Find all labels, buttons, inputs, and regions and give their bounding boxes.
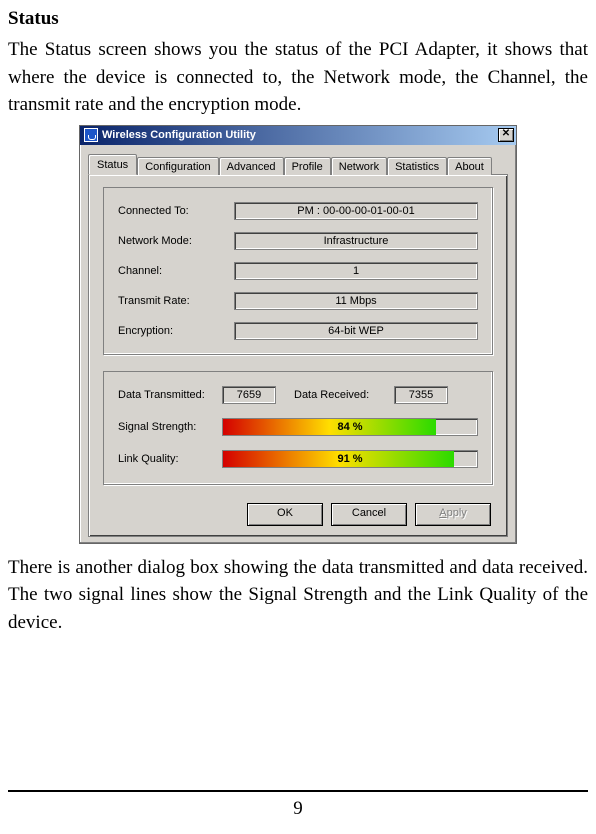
cancel-button[interactable]: Cancel: [331, 503, 407, 526]
window-title: Wireless Configuration Utility: [102, 129, 256, 141]
screenshot-figure: Wireless Configuration Utility ✕ Status …: [8, 125, 588, 544]
value-channel: 1: [234, 262, 478, 280]
titlebar: Wireless Configuration Utility ✕: [80, 126, 516, 145]
value-transmit-rate: 11 Mbps: [234, 292, 478, 310]
ok-button[interactable]: OK: [247, 503, 323, 526]
bar-signal-text: 84 %: [223, 419, 477, 435]
row-signal-strength: Signal Strength: 84 %: [118, 418, 478, 436]
bar-link-quality: 91 %: [222, 450, 478, 468]
page-number: 9: [8, 798, 588, 820]
tab-network[interactable]: Network: [331, 157, 387, 175]
app-icon: [84, 128, 98, 142]
intro-paragraph: The Status screen shows you the status o…: [8, 36, 588, 119]
outro-paragraph: There is another dialog box showing the …: [8, 554, 588, 637]
value-data-received: 7355: [394, 386, 448, 404]
apply-button: Apply: [415, 503, 491, 526]
value-network-mode: Infrastructure: [234, 232, 478, 250]
value-connected-to: PM : 00-00-00-01-00-01: [234, 202, 478, 220]
label-data-transmitted: Data Transmitted:: [118, 389, 222, 401]
tab-advanced[interactable]: Advanced: [219, 157, 284, 175]
label-network-mode: Network Mode:: [118, 235, 234, 247]
close-icon: ✕: [502, 128, 510, 139]
tab-statistics[interactable]: Statistics: [387, 157, 447, 175]
row-link-quality: Link Quality: 91 %: [118, 450, 478, 468]
label-signal-strength: Signal Strength:: [118, 421, 222, 433]
tab-strip: Status Configuration Advanced Profile Ne…: [88, 153, 508, 174]
row-data-counters: Data Transmitted: 7659 Data Received: 73…: [118, 386, 478, 404]
label-channel: Channel:: [118, 265, 234, 277]
bar-signal-strength: 84 %: [222, 418, 478, 436]
tab-about[interactable]: About: [447, 157, 492, 175]
label-encryption: Encryption:: [118, 325, 234, 337]
stats-group: Data Transmitted: 7659 Data Received: 73…: [103, 371, 493, 485]
connection-info-group: Connected To: PM : 00-00-00-01-00-01 Net…: [103, 187, 493, 355]
section-heading: Status: [8, 8, 588, 30]
tab-status[interactable]: Status: [88, 154, 137, 175]
close-button[interactable]: ✕: [498, 128, 514, 142]
dialog-window: Wireless Configuration Utility ✕ Status …: [79, 125, 517, 544]
label-transmit-rate: Transmit Rate:: [118, 295, 234, 307]
row-transmit-rate: Transmit Rate: 11 Mbps: [118, 292, 478, 310]
dialog-button-row: OK Cancel Apply: [103, 501, 493, 526]
footer-rule: [8, 790, 588, 792]
page-footer: 9: [8, 790, 588, 820]
label-link-quality: Link Quality:: [118, 453, 222, 465]
row-channel: Channel: 1: [118, 262, 478, 280]
tab-configuration[interactable]: Configuration: [137, 157, 218, 175]
tab-panel-status: Connected To: PM : 00-00-00-01-00-01 Net…: [88, 174, 508, 537]
bar-link-text: 91 %: [223, 451, 477, 467]
label-connected-to: Connected To:: [118, 205, 234, 217]
tab-profile[interactable]: Profile: [284, 157, 331, 175]
value-data-transmitted: 7659: [222, 386, 276, 404]
value-encryption: 64-bit WEP: [234, 322, 478, 340]
row-connected-to: Connected To: PM : 00-00-00-01-00-01: [118, 202, 478, 220]
row-network-mode: Network Mode: Infrastructure: [118, 232, 478, 250]
label-data-received: Data Received:: [294, 389, 394, 401]
row-encryption: Encryption: 64-bit WEP: [118, 322, 478, 340]
